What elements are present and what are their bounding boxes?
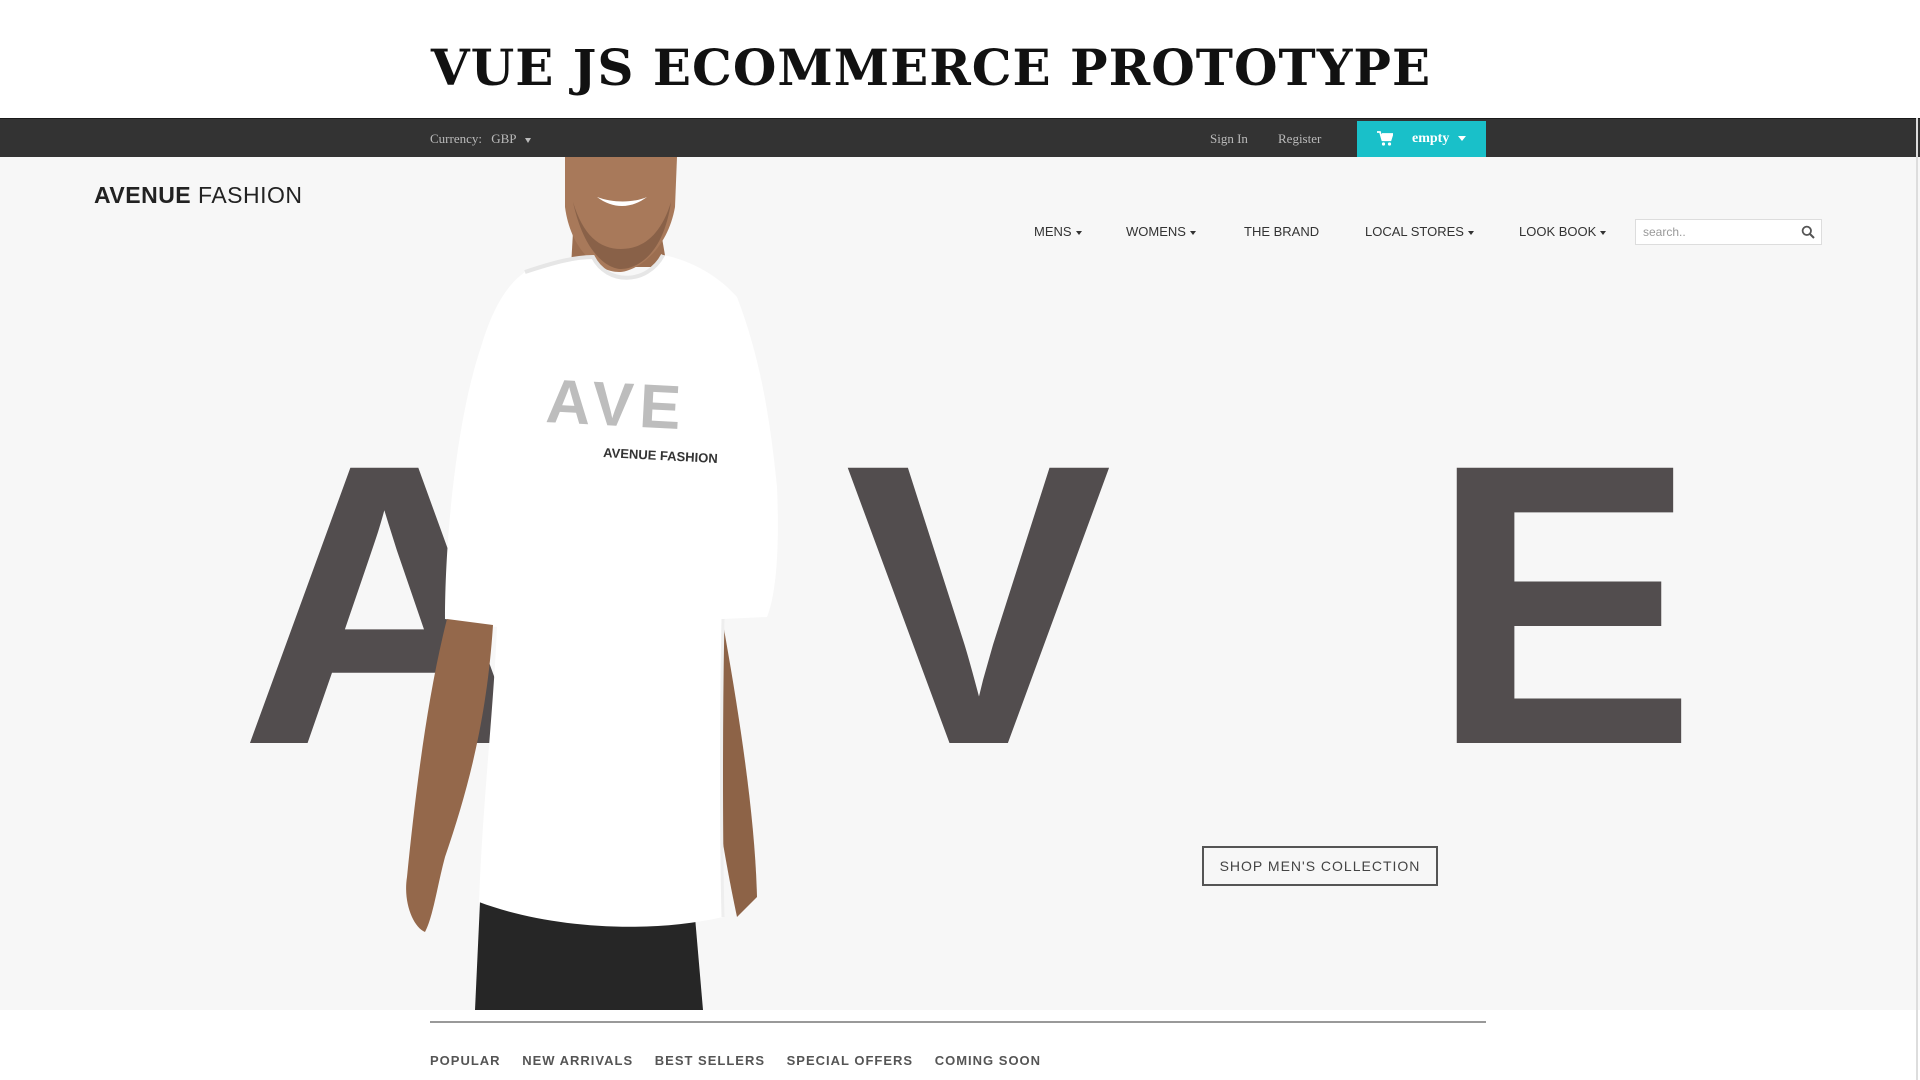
scrollbar[interactable] (1916, 118, 1918, 1080)
search-icon[interactable] (1801, 225, 1815, 239)
tab-new-arrivals[interactable]: NEW ARRIVALS (522, 1053, 633, 1068)
cart-icon (1377, 131, 1393, 146)
site-logo[interactable]: AVENUE FASHION (94, 182, 303, 209)
nav-item-label: LOCAL STORES (1365, 224, 1464, 239)
caret-down-icon (1600, 230, 1607, 235)
top-bar: Currency: GBP Sign In Register empty (0, 118, 1920, 157)
shirt-print-letters: AVE (544, 367, 688, 443)
hero-letter-v: V (845, 381, 1112, 828)
caret-down-icon (1189, 230, 1196, 235)
nav-item-label: THE BRAND (1244, 224, 1320, 239)
logo-bold-text: AVENUE (94, 182, 192, 208)
logo-light-text: FASHION (198, 182, 303, 208)
nav-item-label: MENS (1034, 224, 1072, 239)
currency-value: GBP (491, 131, 517, 146)
nav-item-label: WOMENS (1126, 224, 1186, 239)
search-input[interactable] (1636, 220, 1796, 244)
chevron-down-icon (1458, 136, 1466, 141)
caret-down-icon (1075, 230, 1082, 235)
nav-item-local-stores[interactable]: LOCAL STORES (1365, 224, 1474, 239)
currency-selector[interactable]: Currency: GBP (430, 131, 532, 147)
tab-coming-soon[interactable]: COMING SOON (935, 1053, 1041, 1068)
register-link[interactable]: Register (1278, 131, 1321, 147)
tab-best-sellers[interactable]: BEST SELLERS (655, 1053, 765, 1068)
tab-special-offers[interactable]: SPECIAL OFFERS (787, 1053, 913, 1068)
currency-label: Currency: (430, 131, 482, 146)
hero-section: A V E AVE AVENUE FASHION AVENUE FASHION … (0, 157, 1920, 1010)
hero-model-image: AVE AVENUE FASHION (406, 157, 778, 1010)
hero-letter-e: E (1430, 381, 1697, 828)
cart-button[interactable]: empty (1357, 121, 1486, 157)
nav-item-the-brand[interactable]: THE BRAND (1244, 224, 1319, 239)
section-divider (430, 1021, 1486, 1023)
sign-in-link[interactable]: Sign In (1210, 131, 1248, 147)
nav-item-look-book[interactable]: LOOK BOOK (1519, 224, 1607, 239)
nav-item-mens[interactable]: MENS (1034, 224, 1082, 239)
banner-title: VUE JS ECOMMERCE PROTOTYPE (430, 38, 1432, 97)
shop-mens-collection-button[interactable]: SHOP MEN'S COLLECTION (1202, 846, 1438, 886)
caret-down-icon (1467, 230, 1474, 235)
cart-status: empty (1412, 131, 1450, 146)
chevron-down-icon (525, 137, 532, 143)
nav-item-label: LOOK BOOK (1519, 224, 1597, 239)
search-box (1635, 219, 1822, 245)
nav-item-womens[interactable]: WOMENS (1126, 224, 1196, 239)
tab-popular[interactable]: POPULAR (430, 1053, 501, 1068)
title-banner: VUE JS ECOMMERCE PROTOTYPE (0, 0, 1920, 118)
product-tabs: POPULAR NEW ARRIVALS BEST SELLERS SPECIA… (430, 1053, 1058, 1068)
